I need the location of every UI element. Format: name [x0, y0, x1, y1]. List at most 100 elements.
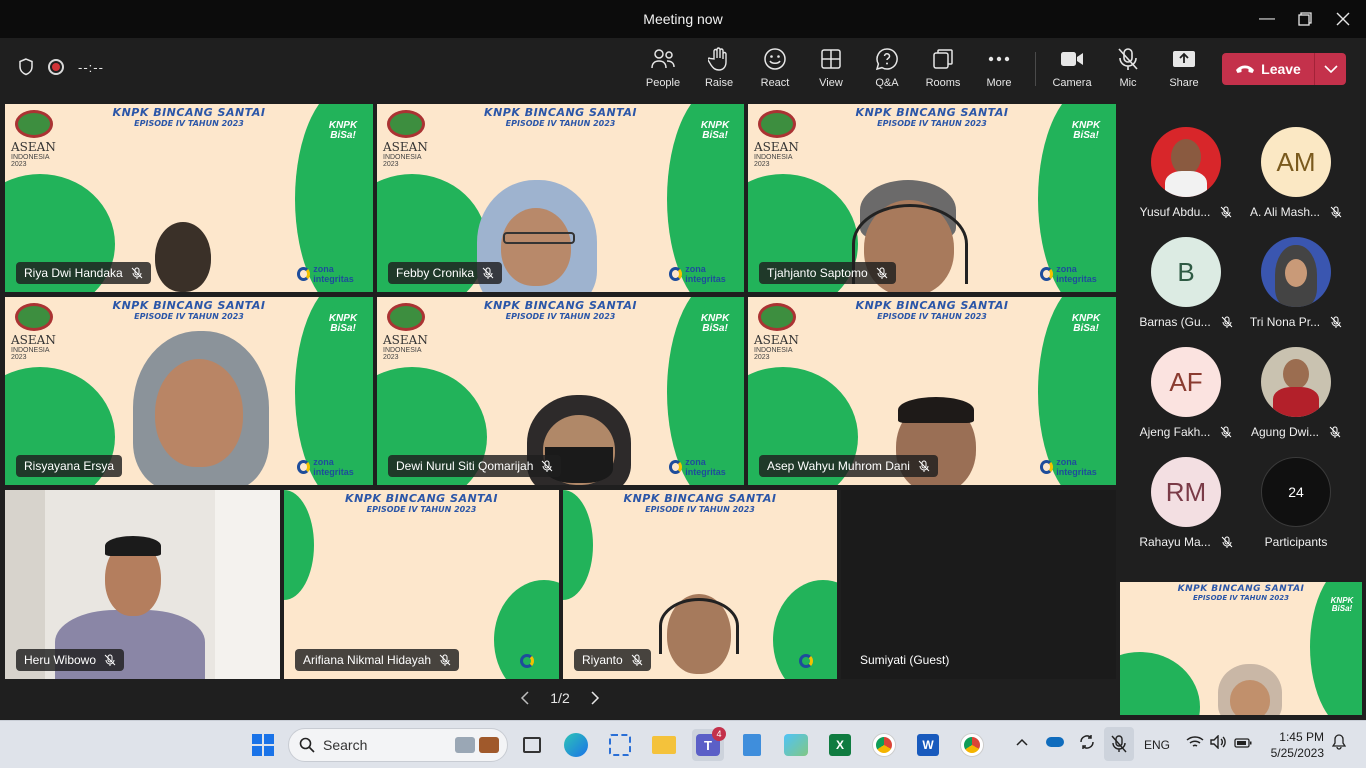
battery-icon[interactable]: [1234, 737, 1252, 751]
participant-silhouette: [155, 222, 211, 292]
chrome-icon: [873, 734, 895, 756]
camera-button[interactable]: Camera: [1044, 46, 1100, 94]
excel-button[interactable]: X: [824, 729, 856, 761]
word-button[interactable]: W: [912, 729, 944, 761]
video-tile[interactable]: Heru Wibowo: [5, 490, 280, 679]
share-screen-icon: [1173, 51, 1195, 67]
video-tile[interactable]: KNPK BINCANG SANTAI EPISODE IV TAHUN 2023…: [748, 104, 1116, 292]
mic-muted-icon: [1330, 206, 1342, 218]
participant-card[interactable]: AF Ajeng Fakh...: [1131, 347, 1241, 457]
view-button[interactable]: View: [803, 46, 859, 94]
chrome-icon: [961, 734, 983, 756]
video-tile[interactable]: KNPK BINCANG SANTAI EPISODE IV TAHUN 2023…: [377, 104, 744, 292]
mic-muted-icon: [439, 654, 451, 666]
excel-icon: X: [829, 734, 851, 756]
start-button[interactable]: [247, 729, 279, 761]
chevron-left-icon[interactable]: [520, 691, 530, 705]
video-tile[interactable]: KNPK BINCANG SANTAI EPISODE IV TAHUN 2023…: [5, 104, 373, 292]
meeting-toolbar: --:-- People Raise React View Q&A Rooms …: [0, 38, 1366, 100]
mic-muted-icon: [1118, 48, 1138, 70]
mic-muted-icon: [1221, 426, 1232, 438]
edge-icon: [564, 733, 588, 757]
avatar: B: [1151, 237, 1221, 307]
search-placeholder: Search: [323, 737, 368, 753]
show-hidden-icons-button[interactable]: [1016, 735, 1028, 749]
video-stage: KNPK BINCANG SANTAI EPISODE IV TAHUN 2023…: [0, 100, 1120, 720]
volume-icon[interactable]: [1210, 734, 1228, 752]
participants-count-button[interactable]: 24 Participants: [1241, 457, 1351, 567]
react-button[interactable]: React: [747, 46, 803, 94]
chrome-profile-button[interactable]: [956, 729, 988, 761]
mic-muted-icon: [104, 654, 116, 666]
video-tile[interactable]: KNPK BINCANG SANTAI EPISODE IV TAHUN 2023…: [563, 490, 837, 679]
chrome-button[interactable]: [868, 729, 900, 761]
avatar: AF: [1151, 347, 1221, 417]
notification-bell-icon: [1331, 734, 1347, 750]
maps-icon: [784, 734, 808, 756]
video-tile[interactable]: KNPK BINCANG SANTAI EPISODE IV TAHUN 2023…: [748, 297, 1116, 485]
close-button[interactable]: [1320, 0, 1366, 38]
word-icon: W: [917, 734, 939, 756]
system-clock[interactable]: 1:45 PM 5/25/2023: [1262, 729, 1324, 761]
minimize-icon: —: [1259, 10, 1275, 27]
teams-button[interactable]: T 4: [692, 727, 726, 761]
briefcase-icon: [479, 737, 499, 753]
video-tile[interactable]: Sumiyati (Guest): [841, 490, 1116, 679]
shield-icon[interactable]: [18, 58, 34, 76]
snipping-tool-button[interactable]: [604, 729, 636, 761]
edge-button[interactable]: [560, 729, 592, 761]
page-indicator: 1/2: [550, 690, 570, 706]
participants-panel: Yusuf Abdu... AM A. Ali Mash... B Barnas…: [1120, 100, 1366, 720]
maps-button[interactable]: [780, 729, 812, 761]
taskbar-search[interactable]: Search: [288, 728, 508, 762]
task-view-button[interactable]: [516, 729, 548, 761]
self-view-video[interactable]: KNPK BINCANG SANTAI EPISODE IV TAHUN 2023…: [1120, 582, 1362, 715]
video-tile[interactable]: KNPK BINCANG SANTAI EPISODE IV TAHUN 2023…: [284, 490, 559, 679]
mic-muted-icon: [482, 267, 494, 279]
leave-button-group: Leave: [1222, 53, 1346, 85]
zona-integritas-logo: zona integritas: [297, 264, 371, 284]
participants-label: Participants: [1264, 535, 1328, 549]
rooms-button[interactable]: Rooms: [915, 46, 971, 94]
video-tile[interactable]: KNPK BINCANG SANTAI EPISODE IV TAHUN 2023…: [5, 297, 373, 485]
qa-label: Q&A: [875, 77, 899, 89]
leave-button[interactable]: Leave: [1222, 61, 1314, 77]
leave-options-button[interactable]: [1315, 65, 1346, 73]
video-tile[interactable]: KNPK BINCANG SANTAI EPISODE IV TAHUN 2023…: [377, 297, 744, 485]
sync-icon[interactable]: [1078, 733, 1096, 754]
mic-in-use-indicator[interactable]: [1104, 727, 1134, 761]
participant-card[interactable]: Yusuf Abdu...: [1131, 127, 1241, 237]
notepad-button[interactable]: [736, 729, 768, 761]
notifications-button[interactable]: [1331, 734, 1347, 753]
windows-taskbar: Search T 4 X W ENG 1:45 PM 5/25/2023: [0, 720, 1366, 768]
wifi-icon[interactable]: [1186, 735, 1204, 752]
mic-muted-icon: [131, 267, 143, 279]
task-view-icon: [523, 737, 541, 753]
notepad-icon: [743, 734, 761, 756]
people-icon: [651, 49, 675, 69]
participant-name-tag: Tjahjanto Saptomo: [759, 262, 896, 284]
onedrive-icon[interactable]: [1046, 737, 1064, 747]
raise-hand-button[interactable]: Raise: [691, 46, 747, 94]
participant-card[interactable]: RM Rahayu Ma...: [1131, 457, 1241, 567]
more-button[interactable]: More: [971, 46, 1027, 94]
chevron-right-icon[interactable]: [590, 691, 600, 705]
participant-card[interactable]: Agung Dwi...: [1241, 347, 1351, 457]
share-button[interactable]: Share: [1156, 46, 1212, 94]
participant-card[interactable]: AM A. Ali Mash...: [1241, 127, 1351, 237]
participant-card[interactable]: B Barnas (Gu...: [1131, 237, 1241, 347]
language-indicator[interactable]: ENG: [1144, 738, 1170, 752]
file-explorer-button[interactable]: [648, 729, 680, 761]
more-label: More: [986, 77, 1012, 89]
mic-muted-icon: [1329, 426, 1341, 438]
clock-date: 5/25/2023: [1270, 746, 1324, 760]
camera-icon: [1061, 52, 1083, 66]
participant-name-tag: Arifiana Nikmal Hidayah: [295, 649, 460, 671]
people-button[interactable]: People: [635, 46, 691, 94]
avatar: [1261, 347, 1331, 417]
mic-button[interactable]: Mic: [1100, 46, 1156, 94]
qa-button[interactable]: Q&A: [859, 46, 915, 94]
participant-card[interactable]: Tri Nona Pr...: [1241, 237, 1351, 347]
breakout-rooms-icon: [933, 49, 953, 69]
close-icon: [1336, 12, 1350, 26]
